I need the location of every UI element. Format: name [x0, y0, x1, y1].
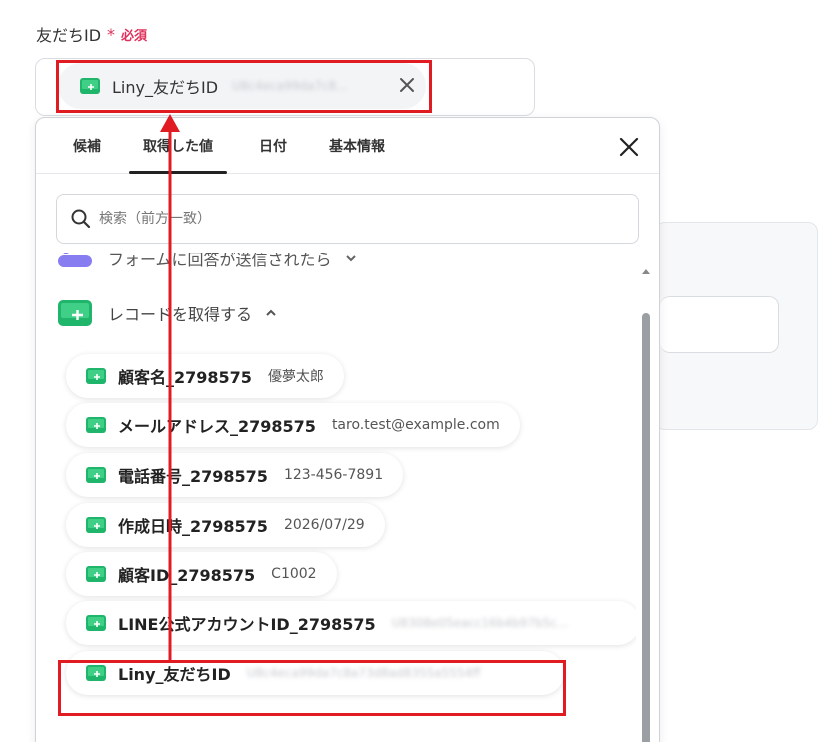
sheet-green-icon [86, 417, 106, 433]
group-name-record: レコードを取得する [108, 305, 253, 324]
list-item[interactable]: 顧客ID_2798575 C1002 [66, 552, 337, 596]
sheet-green-icon [86, 368, 106, 384]
list-item[interactable]: 電話番号_2798575 123-456-7891 [66, 453, 404, 497]
item-name: 顧客ID_2798575 [118, 566, 256, 585]
scrollbar-thumb[interactable] [642, 313, 650, 742]
item-value: taro.test@example.com [331, 417, 500, 433]
list-item[interactable]: 作成日時_2798575 2026/07/29 [66, 503, 385, 547]
value-picker-dropdown: 候補 取得した値 日付 基本情報 フォームに回答が送信されたら [35, 117, 660, 742]
tab-bar: 候補 取得した値 日付 基本情報 [36, 118, 659, 174]
sheet-green-icon [86, 566, 106, 582]
item-value: 2026/07/29 [283, 517, 365, 533]
tab-basic-info[interactable]: 基本情報 [329, 118, 385, 174]
item-name: LINE公式アカウントID_2798575 [118, 615, 376, 634]
item-value: U8308e05eacc16b4b97b5c... [391, 616, 569, 630]
close-icon[interactable] [618, 136, 640, 158]
item-value: C1002 [271, 566, 317, 582]
highlight-selected-chip [56, 60, 432, 113]
sheet-green-icon [58, 300, 92, 326]
search-icon [71, 209, 91, 229]
required-star: * [107, 24, 116, 44]
item-value: 優夢太郎 [267, 369, 324, 385]
form-group-icon [58, 253, 92, 267]
item-name: 電話番号_2798575 [118, 467, 268, 486]
item-value: 123-456-7891 [283, 467, 384, 483]
list-item[interactable]: LINE公式アカウントID_2798575 U8308e05eacc16b4b9… [66, 601, 636, 645]
list-item[interactable]: メールアドレス_2798575 taro.test@example.com [66, 403, 520, 447]
field-label-text: 友だちID [36, 26, 102, 45]
item-name: 作成日時_2798575 [118, 517, 268, 536]
background-input [660, 296, 779, 353]
tab-acquired-values[interactable]: 取得した値 [129, 118, 227, 174]
item-name: 顧客名_2798575 [118, 368, 252, 387]
chevron-up-icon [266, 309, 276, 316]
group-header-form[interactable]: フォームに回答が送信されたら [58, 253, 358, 271]
required-text: 必須 [121, 28, 148, 44]
sheet-green-icon [86, 615, 106, 631]
search-input[interactable] [99, 211, 599, 227]
item-name: メールアドレス_2798575 [118, 417, 316, 436]
highlight-source-item [58, 660, 566, 716]
chevron-down-icon [345, 255, 356, 262]
sheet-green-icon [86, 517, 106, 533]
group-name-form: フォームに回答が送信されたら [108, 253, 332, 269]
list-item[interactable]: 顧客名_2798575 優夢太郎 [66, 354, 344, 398]
search-box [56, 194, 639, 244]
tab-date[interactable]: 日付 [259, 118, 287, 174]
scroll-up-arrow[interactable] [642, 268, 650, 276]
group-header-record[interactable]: レコードを取得する [58, 300, 278, 326]
tab-candidates[interactable]: 候補 [73, 118, 101, 174]
field-label: 友だちID * 必須 [36, 22, 147, 46]
sheet-green-icon [86, 467, 106, 483]
